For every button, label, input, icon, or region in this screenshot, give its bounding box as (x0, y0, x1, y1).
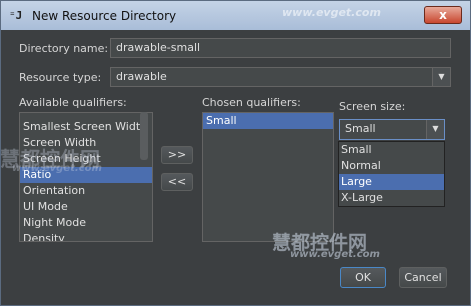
list-item[interactable]: Smallest Screen Width (20, 119, 152, 135)
screen-size-dropdown[interactable]: Small Normal Large X-Large (338, 141, 445, 207)
screen-size-label: Screen size: (339, 100, 406, 113)
list-item[interactable]: Screen Height (20, 151, 152, 167)
directory-name-field[interactable]: drawable-small (110, 38, 451, 58)
list-item[interactable]: Night Mode (20, 215, 152, 231)
screen-size-value: Small (345, 122, 376, 135)
chevron-down-icon[interactable]: ▼ (426, 120, 444, 139)
dropdown-option[interactable]: X-Large (339, 190, 444, 206)
scrollbar-thumb[interactable] (140, 112, 148, 160)
list-item[interactable]: UI Mode (20, 199, 152, 215)
window-title: New Resource Directory (32, 9, 177, 23)
dropdown-option[interactable]: Normal (339, 158, 444, 174)
title-bar: ⁼J New Resource Directory x (0, 0, 471, 30)
available-qualifiers-label: Available qualifiers: (19, 96, 127, 109)
ok-button[interactable]: OK (340, 267, 386, 288)
remove-qualifier-button[interactable]: << (161, 173, 193, 191)
cancel-button[interactable]: Cancel (399, 267, 447, 288)
chosen-qualifiers-list[interactable]: Small (202, 112, 334, 242)
dropdown-option[interactable]: Small (339, 142, 444, 158)
list-item[interactable]: Density (20, 231, 152, 241)
resource-type-label: Resource type: (19, 71, 102, 84)
list-item-selected[interactable]: Ratio (20, 167, 152, 183)
resource-type-combo[interactable]: drawable (110, 67, 451, 87)
dropdown-option-highlighted[interactable]: Large (339, 174, 444, 190)
list-item-selected[interactable]: Small (203, 113, 333, 129)
chevron-down-icon[interactable]: ▼ (432, 68, 450, 86)
list-item[interactable]: Screen Width (20, 135, 152, 151)
close-button[interactable]: x (424, 6, 462, 24)
resource-type-value: drawable (116, 70, 167, 83)
intellij-icon: ⁼J (9, 9, 23, 22)
directory-name-label: Directory name: (19, 42, 109, 55)
chosen-qualifiers-label: Chosen qualifiers: (202, 96, 301, 109)
list-item[interactable]: Orientation (20, 183, 152, 199)
available-qualifiers-list[interactable]: Smallest Screen Width Screen Width Scree… (19, 112, 153, 242)
add-qualifier-button[interactable]: >> (161, 146, 193, 164)
